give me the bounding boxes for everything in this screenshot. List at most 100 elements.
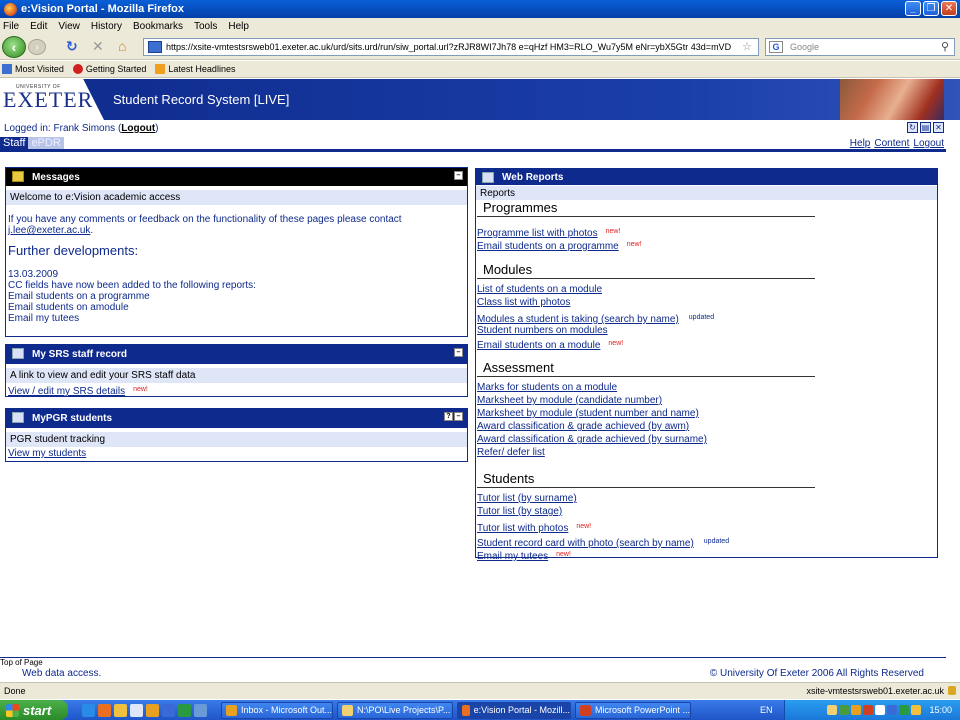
firefox-icon[interactable] (98, 703, 111, 717)
minimize-portlet-icon[interactable]: – (454, 171, 463, 180)
report-link-row: Award classification & grade achieved (b… (477, 420, 937, 433)
update-item: Email students on a programme (8, 291, 150, 302)
update-date: 13.03.2009 (8, 269, 59, 280)
report-link[interactable]: List of students on a module (477, 284, 602, 295)
search-input[interactable]: G Google ⚲ (765, 38, 955, 56)
address-bar[interactable]: https://xsite-vmtestsrsweb01.exeter.ac.u… (143, 38, 759, 56)
tray-volume-icon[interactable] (875, 705, 886, 715)
help-link[interactable]: Help (850, 138, 871, 149)
close-button[interactable]: ✕ (941, 1, 957, 16)
windows-flag-icon (6, 703, 19, 717)
messages-portlet: Messages – Welcome to e:Vision academic … (5, 167, 468, 337)
bookmark-latest-headlines[interactable]: Latest Headlines (155, 64, 235, 74)
stop-icon[interactable]: ✕ (92, 38, 104, 55)
menu-tools[interactable]: Tools (194, 21, 217, 32)
language-indicator[interactable]: EN (760, 705, 773, 715)
report-link[interactable]: Tutor list with photos (477, 523, 568, 534)
content-link[interactable]: Content (874, 138, 909, 149)
window-titlebar: e:Vision Portal - Mozilla Firefox _ ❐ ✕ (0, 0, 960, 18)
outlook-icon[interactable] (146, 703, 159, 717)
print-icon[interactable]: ▤ (920, 122, 931, 133)
report-link-row: Email my tutees new! (477, 551, 571, 562)
university-logo[interactable]: UNIVERSITY OF EXETER (0, 79, 104, 120)
tray-update-icon[interactable] (887, 705, 898, 715)
refresh-icon[interactable]: ↻ (907, 122, 918, 133)
contact-email-link[interactable]: j.lee@exeter.ac.uk (8, 225, 90, 236)
menu-file[interactable]: File (3, 21, 19, 32)
folder-icon[interactable] (114, 703, 127, 717)
tray-security-icon[interactable] (863, 705, 874, 715)
tray-misc-icon[interactable] (911, 705, 922, 715)
ie-icon[interactable] (82, 703, 95, 717)
task-firefox[interactable]: e:Vision Portal - Mozill... (457, 701, 571, 719)
menu-history[interactable]: History (91, 21, 122, 32)
desktop-icon[interactable] (194, 703, 207, 717)
magnifier-icon[interactable]: ⚲ (941, 40, 949, 53)
report-link[interactable]: Refer/ defer list (477, 447, 545, 458)
tray-network-icon[interactable] (839, 705, 850, 715)
close-icon[interactable]: ✕ (933, 122, 944, 133)
report-link[interactable]: Email students on a programme (477, 241, 619, 252)
report-link[interactable]: Marks for students on a module (477, 382, 617, 393)
bookmark-most-visited[interactable]: Most Visited (2, 64, 64, 74)
tab-staff[interactable]: Staff (0, 137, 29, 149)
media-icon[interactable] (130, 703, 143, 717)
report-link[interactable]: Award classification & grade achieved (b… (477, 421, 689, 432)
report-link-row: Award classification & grade achieved (b… (477, 433, 937, 446)
home-icon[interactable]: ⌂ (118, 38, 126, 54)
maximize-button[interactable]: ❐ (923, 1, 939, 16)
excel-icon[interactable] (178, 703, 191, 717)
menu-help[interactable]: Help (228, 21, 249, 32)
task-powerpoint[interactable]: Microsoft PowerPoint ... (575, 701, 691, 719)
menu-view[interactable]: View (58, 21, 80, 32)
tray-app-icon[interactable] (851, 705, 862, 715)
report-link[interactable]: Award classification & grade achieved (b… (477, 434, 707, 445)
forward-button[interactable]: › (28, 39, 46, 55)
folder-icon (342, 704, 353, 716)
minimize-button[interactable]: _ (905, 1, 921, 16)
report-link[interactable]: Marksheet by module (student number and … (477, 408, 699, 419)
task-explorer[interactable]: N:\PO\Live Projects\P... (337, 701, 453, 719)
report-link[interactable]: Marksheet by module (candidate number) (477, 395, 662, 406)
minimize-portlet-icon[interactable]: – (454, 348, 463, 357)
reload-icon[interactable]: ↻ (66, 38, 78, 55)
footer-left-text: Web data access. (22, 668, 102, 679)
bookmark-getting-started[interactable]: Getting Started (72, 64, 146, 74)
tray-mail-icon[interactable] (827, 705, 838, 715)
help-icon[interactable]: ? (444, 412, 453, 421)
start-button[interactable]: start (0, 700, 68, 720)
report-link[interactable]: Email students on a module (477, 340, 600, 351)
back-button[interactable]: ‹ (2, 36, 26, 58)
lock-icon[interactable] (948, 686, 956, 695)
firefox-icon (4, 2, 17, 16)
tab-epdr[interactable]: ePDR (28, 137, 64, 149)
report-link[interactable]: Email my tutees (477, 551, 548, 562)
report-link[interactable]: Class list with photos (477, 297, 570, 308)
top-of-page-link[interactable]: Top of Page (0, 658, 43, 667)
tray-status-icon[interactable] (899, 705, 910, 715)
report-link-row: Class list with photos (477, 296, 937, 309)
clock[interactable]: 15:00 (929, 705, 952, 715)
search-engine-icon[interactable]: G (769, 41, 783, 53)
menu-edit[interactable]: Edit (30, 21, 47, 32)
report-link[interactable]: Student numbers on modules (477, 325, 608, 336)
window-title: e:Vision Portal - Mozilla Firefox (21, 3, 184, 15)
top-logout-link[interactable]: Logout (913, 138, 944, 149)
welcome-message: Welcome to e:Vision academic access (6, 190, 467, 205)
logout-link[interactable]: Logout (121, 123, 155, 134)
menu-bookmarks[interactable]: Bookmarks (133, 21, 183, 32)
minimize-portlet-icon[interactable]: – (454, 412, 463, 421)
task-outlook[interactable]: Inbox - Microsoft Out... (221, 701, 333, 719)
view-my-students-link[interactable]: View my students (8, 448, 86, 459)
report-link[interactable]: Tutor list (by surname) (477, 493, 577, 504)
outlook-icon (226, 704, 237, 716)
site-identity-icon[interactable] (148, 41, 162, 53)
word-icon[interactable] (162, 703, 175, 717)
top-links: Help Content Logout (850, 138, 944, 149)
report-link-row: Student numbers on modules (477, 324, 937, 337)
status-bar: Done xsite-vmtestsrsweb01.exeter.ac.uk (0, 682, 960, 699)
bookmark-star-icon[interactable]: ☆ (742, 40, 752, 53)
search-placeholder: Google (790, 42, 820, 52)
report-link[interactable]: Tutor list (by stage) (477, 506, 562, 517)
view-edit-srs-link[interactable]: View / edit my SRS details (8, 386, 125, 397)
